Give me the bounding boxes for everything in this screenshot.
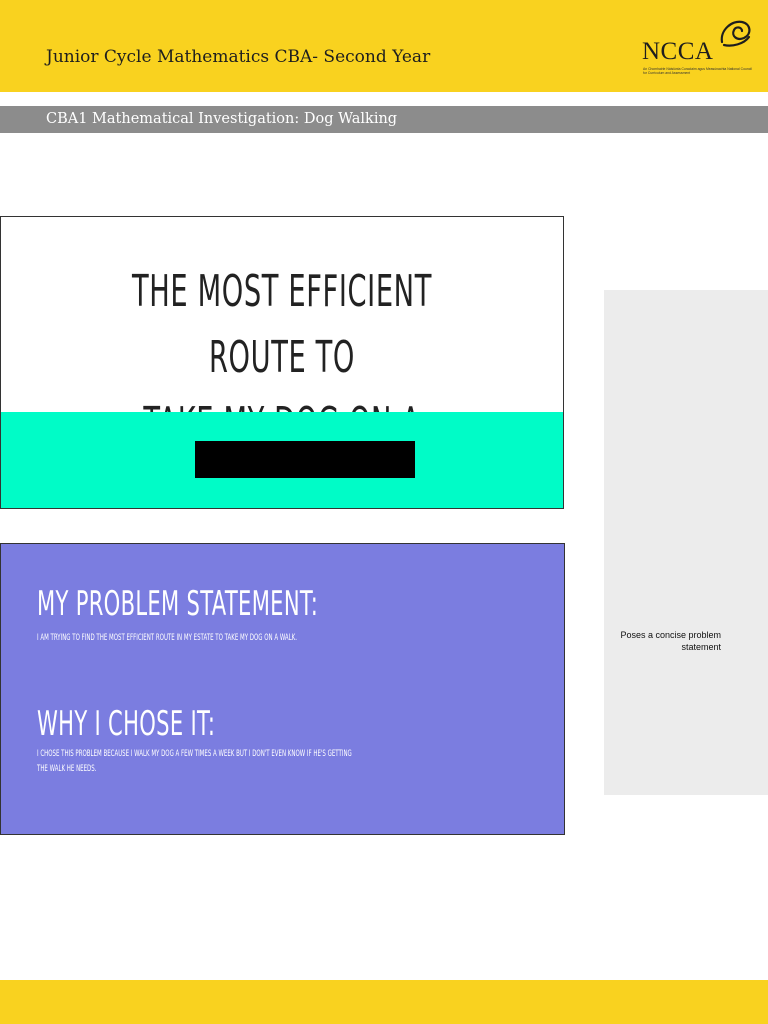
section-title: CBA1 Mathematical Investigation: Dog Wal…: [46, 111, 398, 127]
problem-statement-text: I am trying to find the most efficient r…: [37, 633, 298, 643]
why-chose-text: I chose this problem because I walk my d…: [37, 749, 352, 774]
redaction-block: [195, 441, 415, 478]
ncca-logo: NCCA An Chomhairle Náisiúnta Curaclaim a…: [640, 18, 756, 80]
title-slide: The most efficient route to take my dog …: [0, 216, 564, 515]
document-title: Junior Cycle Mathematics CBA- Second Yea…: [46, 47, 431, 67]
footer-band: [0, 980, 768, 1024]
annotation-panel: Poses a concise problem statement: [604, 290, 768, 795]
problem-statement-heading: My problem statement:: [37, 584, 319, 624]
logo-text: NCCA: [642, 38, 714, 65]
header-band: Junior Cycle Mathematics CBA- Second Yea…: [0, 0, 768, 92]
subheader-band: CBA1 Mathematical Investigation: Dog Wal…: [0, 106, 768, 133]
title-slide-band: [1, 412, 563, 508]
annotation-note: Poses a concise problem statement: [620, 630, 721, 652]
logo-subtitle: An Chomhairle Náisiúnta Curaclaim agus M…: [643, 67, 752, 76]
slide-title-line-1: The most efficient route to: [132, 266, 432, 383]
spiral-swirl-icon: [720, 20, 751, 47]
problem-statement-slide: My problem statement: I am trying to fin…: [0, 543, 565, 835]
why-chose-heading: Why I chose it:: [37, 704, 216, 744]
